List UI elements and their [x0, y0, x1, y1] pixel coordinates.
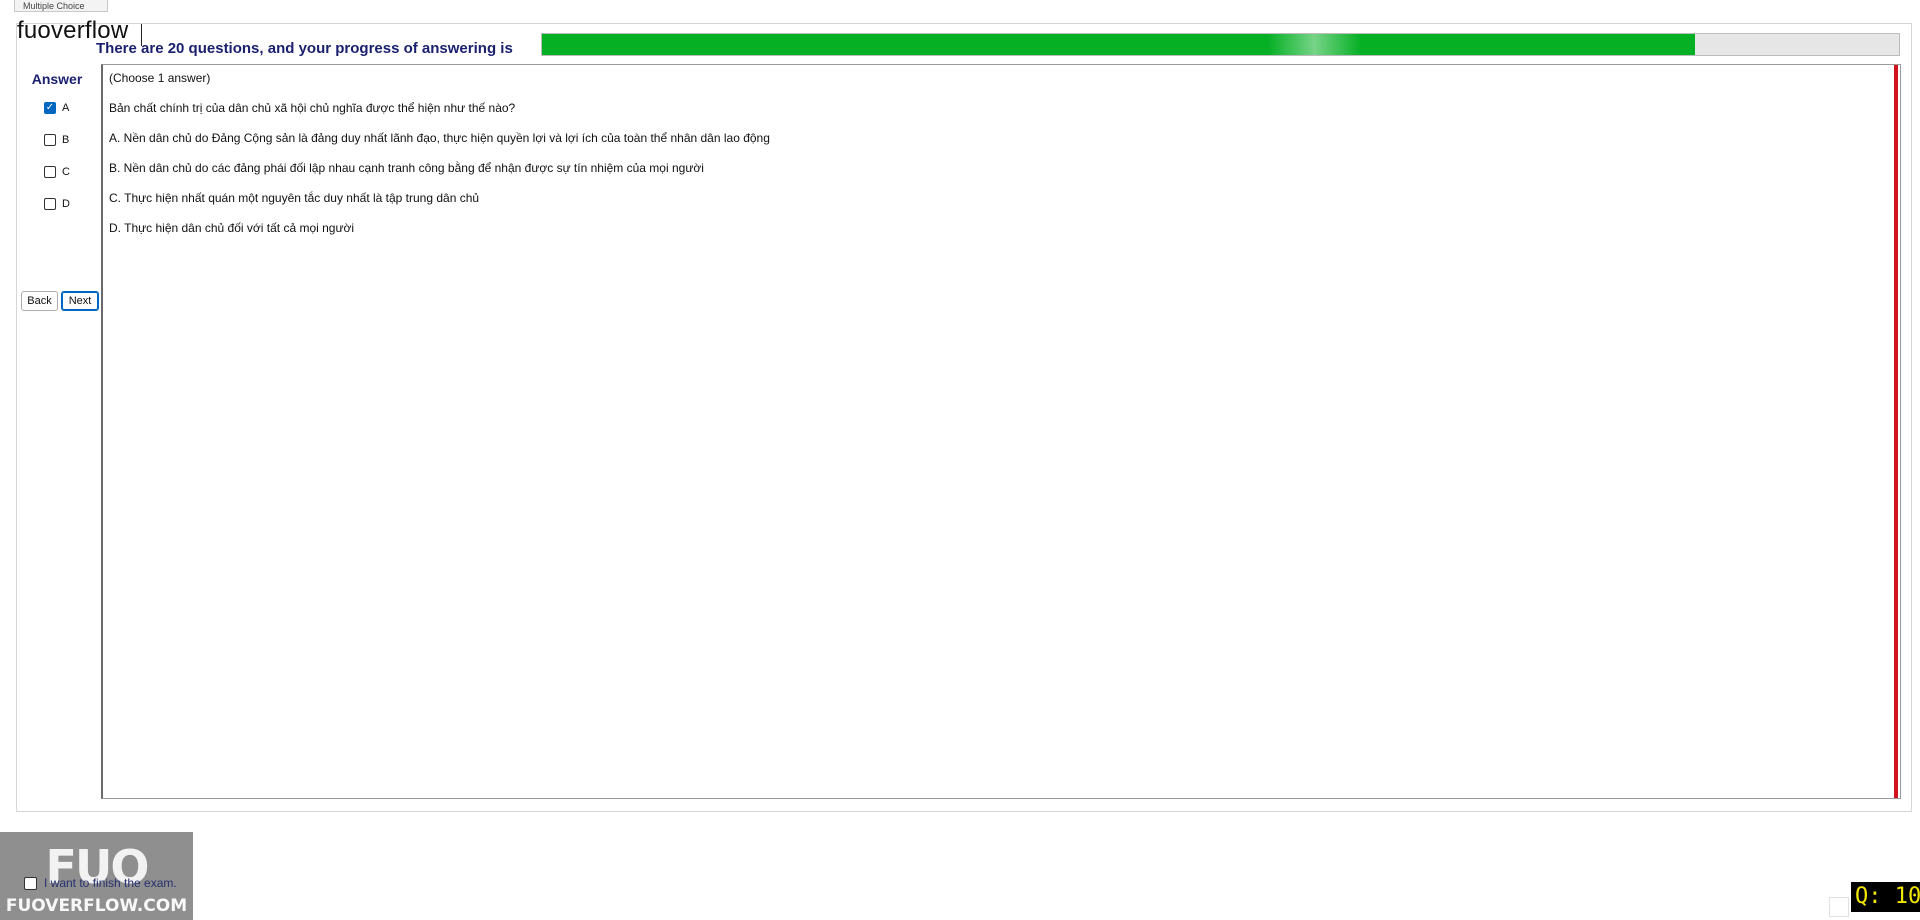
- answer-option-d[interactable]: D: [44, 196, 70, 212]
- answer-option-label: B: [62, 134, 70, 146]
- choice-a-text: A. Nền dân chủ do Đảng Cộng sản là đảng …: [109, 131, 770, 145]
- question-instruction: (Choose 1 answer): [109, 71, 211, 85]
- choice-d-text: D. Thực hiện dân chủ đối với tất cả mọi …: [109, 221, 355, 235]
- back-button[interactable]: Back: [21, 291, 58, 311]
- answer-checkbox-d[interactable]: [44, 198, 56, 210]
- scroll-indicator: [1894, 65, 1898, 798]
- answer-checkbox-a[interactable]: ✓: [44, 102, 56, 114]
- answer-option-c[interactable]: C: [44, 164, 70, 180]
- watermark-text: fuoverflow: [17, 17, 129, 44]
- answer-option-label: D: [62, 198, 70, 210]
- question-panel: (Choose 1 answer) Bản chất chính trị của…: [101, 64, 1901, 799]
- text-caret: [141, 24, 142, 46]
- progress-label: There are 20 questions, and your progres…: [96, 40, 513, 57]
- answer-panel-title: Answer: [31, 71, 83, 87]
- next-button[interactable]: Next: [61, 291, 99, 311]
- progress-bar-fill: [542, 34, 1696, 55]
- choice-c-text: C. Thực hiện nhất quán một nguyên tắc du…: [109, 191, 480, 205]
- answer-option-b[interactable]: B: [44, 132, 69, 148]
- window-tab[interactable]: Multiple Choice: [14, 0, 108, 12]
- counter-placeholder: [1829, 897, 1849, 917]
- progress-bar: [541, 33, 1900, 56]
- answer-option-a[interactable]: ✓ A: [44, 100, 69, 116]
- answer-option-label: A: [62, 102, 70, 114]
- answer-option-label: C: [62, 166, 70, 178]
- answer-checkbox-c[interactable]: [44, 166, 56, 178]
- question-text: Bản chất chính trị của dân chủ xã hội ch…: [109, 101, 516, 115]
- question-counter: Q: 10: [1851, 882, 1920, 912]
- logo-text: FUOVERFLOW.COM: [5, 896, 188, 916]
- finish-exam-label: I want to finish the exam.: [44, 876, 177, 890]
- choice-b-text: B. Nền dân chủ do các đảng phái đối lập …: [109, 161, 704, 175]
- finish-exam-checkbox[interactable]: [24, 876, 37, 890]
- finish-exam-option[interactable]: I want to finish the exam.: [24, 876, 177, 890]
- answer-checkbox-b[interactable]: [44, 134, 56, 146]
